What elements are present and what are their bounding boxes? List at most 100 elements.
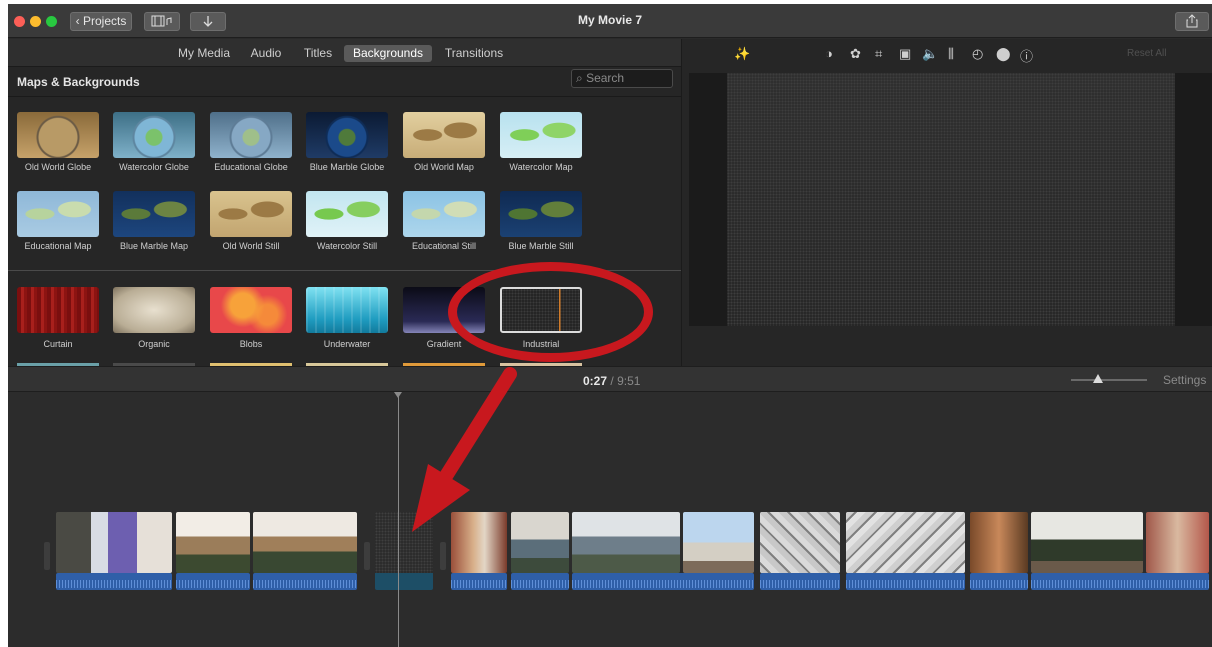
video-clip[interactable]: [846, 512, 965, 573]
annotation-arrow: [412, 367, 517, 532]
video-clip[interactable]: [572, 512, 680, 573]
film-music-icon: [151, 15, 172, 27]
tile-label: Old World Map: [414, 162, 474, 172]
projects-label: Projects: [82, 14, 127, 28]
window-title: My Movie 7: [577, 13, 643, 27]
clip-handle[interactable]: [364, 542, 370, 570]
tile-label: Watercolor Still: [316, 241, 378, 251]
tile-label: Old World Still: [222, 241, 280, 251]
zoom-slider[interactable]: [1071, 374, 1147, 383]
import-button[interactable]: [190, 12, 226, 31]
video-clip[interactable]: [970, 512, 1028, 573]
color-balance-icon[interactable]: ◑: [825, 46, 833, 61]
chevron-left-icon: ‹: [75, 14, 80, 28]
tab-my-media[interactable]: My Media: [174, 45, 234, 62]
tile-label: Underwater: [323, 339, 371, 349]
thumbnail: [403, 191, 485, 237]
divider: [8, 96, 681, 97]
video-clip[interactable]: [683, 512, 754, 573]
tile-label: Organic: [138, 339, 170, 349]
tile-label: Watercolor Map: [509, 162, 573, 172]
total-time: 9:51: [617, 374, 641, 388]
video-clip[interactable]: [760, 512, 840, 573]
zoom-window-button[interactable]: [46, 16, 57, 27]
projects-button[interactable]: ‹ Projects: [70, 12, 132, 31]
thumbnail: [500, 112, 582, 158]
filter-icon[interactable]: ⬤: [996, 46, 1011, 62]
thumbnail: [306, 112, 388, 158]
settings-button[interactable]: Settings: [1163, 373, 1206, 387]
clip-handle[interactable]: [440, 542, 446, 570]
search-input[interactable]: ⌕ Search: [571, 69, 673, 88]
magic-wand-icon[interactable]: ✨: [734, 46, 750, 62]
thumbnail: [113, 112, 195, 158]
reset-all-button[interactable]: Reset All: [1127, 48, 1166, 59]
info-icon[interactable]: ⓘ: [1020, 46, 1033, 65]
audio-waveform: [846, 573, 965, 590]
tile-label: Watercolor Globe: [119, 162, 189, 172]
tile-label: Educational Globe: [214, 162, 288, 172]
thumbnail: [17, 112, 99, 158]
audio-waveform: [253, 573, 357, 590]
video-clip[interactable]: [1031, 512, 1143, 573]
zoom-slider-knob[interactable]: [1092, 374, 1103, 383]
time-separator: /: [610, 374, 614, 388]
equalizer-icon[interactable]: ⫼: [948, 46, 954, 62]
thumbnail: [210, 112, 292, 158]
industrial-preview: [727, 73, 1175, 326]
search-placeholder: Search: [586, 71, 625, 85]
speed-icon[interactable]: ◴: [972, 46, 983, 62]
timeline[interactable]: [8, 392, 1212, 647]
thumbnail: [306, 287, 388, 333]
video-clip[interactable]: [1146, 512, 1209, 573]
thumbnail: [210, 287, 292, 333]
tile-label: Blue Marble Map: [119, 241, 189, 251]
tab-transitions[interactable]: Transitions: [442, 45, 506, 62]
share-button[interactable]: [1175, 12, 1209, 31]
thumbnail: [210, 191, 292, 237]
video-clip[interactable]: [253, 512, 357, 573]
tab-titles[interactable]: Titles: [298, 45, 338, 62]
color-palette-icon[interactable]: ✿: [850, 46, 861, 62]
thumbnail: [500, 191, 582, 237]
viewer-panel: ✨ ◑ ✿ ⌗ ▣ 🔈 ⫼ ◴ ⬤ ⓘ Reset All: [681, 39, 1212, 366]
audio-waveform: [760, 573, 840, 590]
download-arrow-icon: [203, 16, 213, 27]
tile-label: Curtain: [43, 339, 73, 349]
tab-audio[interactable]: Audio: [246, 45, 286, 62]
thumbnail: [17, 191, 99, 237]
video-clip[interactable]: [176, 512, 250, 573]
clip-handle[interactable]: [44, 542, 50, 570]
background-clip-bar: [375, 573, 433, 590]
close-window-button[interactable]: [14, 16, 25, 27]
tile-label: Blobs: [239, 339, 263, 349]
media-browser-button[interactable]: [144, 12, 180, 31]
audio-waveform: [970, 573, 1028, 590]
search-icon: ⌕: [576, 71, 583, 85]
share-icon: [1186, 14, 1198, 28]
video-clip[interactable]: [56, 512, 172, 573]
audio-waveform: [572, 573, 754, 590]
section-title: Maps & Backgrounds: [17, 75, 140, 89]
tile-label: Blue Marble Still: [508, 241, 574, 251]
stabilization-icon[interactable]: ▣: [899, 46, 911, 62]
current-time: 0:27: [583, 374, 608, 388]
audio-waveform: [451, 573, 507, 590]
tile-label: Blue Marble Globe: [309, 162, 385, 172]
tile-label: Educational Map: [24, 241, 92, 251]
minimize-window-button[interactable]: [30, 16, 41, 27]
thumbnail: [113, 287, 195, 333]
volume-icon[interactable]: 🔈: [922, 46, 938, 62]
preview-area: [689, 73, 1212, 326]
audio-waveform: [1031, 573, 1209, 590]
timecode: 0:27 / 9:51: [583, 374, 640, 388]
browser-tabs: My Media Audio Titles Backgrounds Transi…: [8, 39, 681, 67]
tile-label: Old World Globe: [24, 162, 92, 172]
tab-backgrounds[interactable]: Backgrounds: [344, 45, 432, 62]
thumbnail: [403, 112, 485, 158]
adjustment-toolbar: ✨ ◑ ✿ ⌗ ▣ 🔈 ⫼ ◴ ⬤ ⓘ Reset All: [682, 39, 1212, 69]
thumbnail: [306, 191, 388, 237]
crop-icon[interactable]: ⌗: [875, 46, 882, 62]
timeline-header: 0:27 / 9:51 Settings: [8, 366, 1212, 392]
imovie-window: ‹ Projects My Movie 7 My Media Audio Tit…: [8, 4, 1212, 647]
